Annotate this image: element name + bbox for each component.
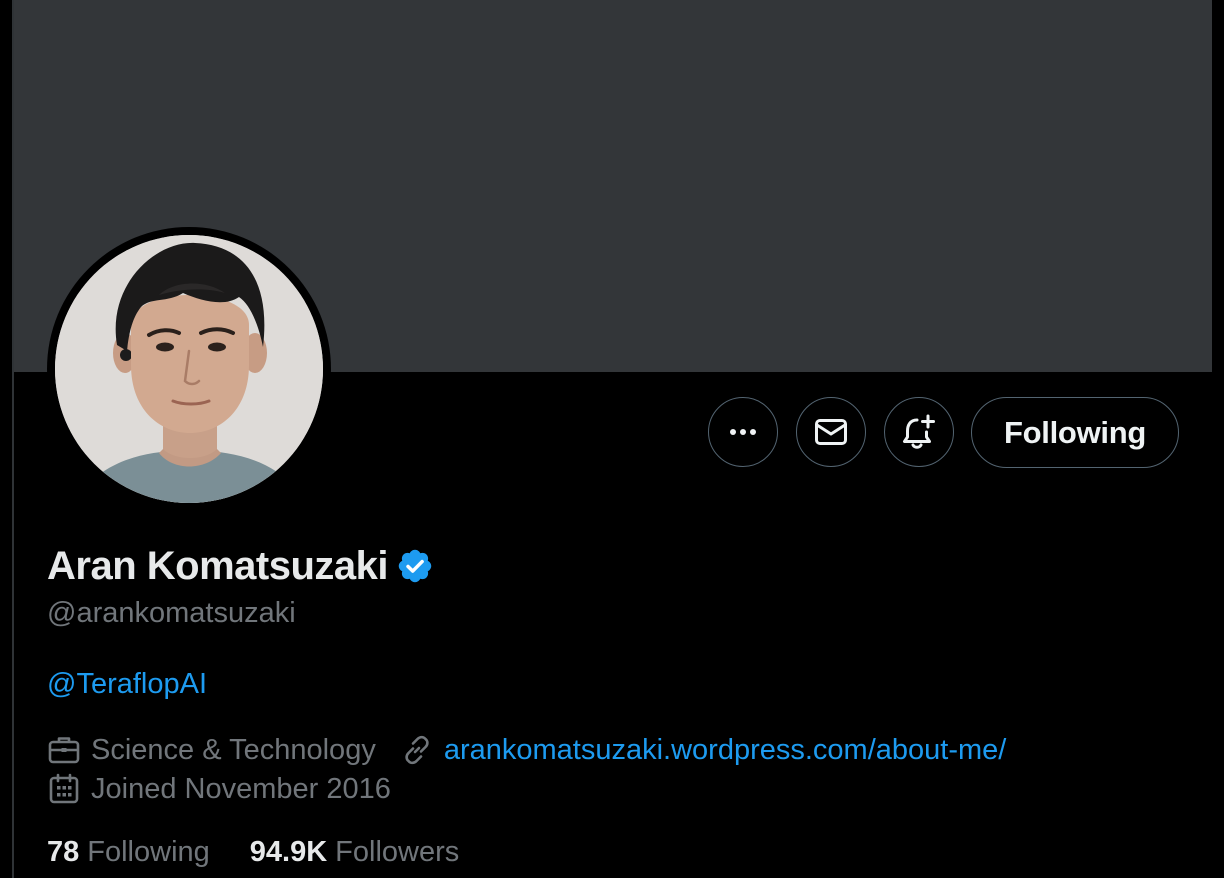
joined-date: Joined November 2016: [91, 772, 391, 805]
avatar[interactable]: [55, 235, 323, 503]
website-link[interactable]: arankomatsuzaki.wordpress.com/about-me/: [444, 734, 1007, 767]
profile-meta-row: Science & Technology arankomatsuzaki.wor…: [47, 730, 1006, 770]
profile-page: Following Aran Komatsuzaki @arankomatsuz…: [0, 0, 1224, 878]
message-button[interactable]: [796, 397, 866, 467]
calendar-icon: [49, 773, 79, 804]
more-horizontal-icon: [730, 429, 756, 435]
link-icon: [405, 735, 429, 765]
following-stat[interactable]: 78 Following: [47, 836, 210, 869]
bio-mention-link[interactable]: @TeraflopAI: [47, 668, 207, 701]
more-options-button[interactable]: [708, 397, 778, 467]
profile-category: Science & Technology: [91, 733, 376, 766]
name-row: Aran Komatsuzaki: [47, 541, 434, 591]
followers-count: 94.9K: [249, 835, 328, 868]
follow-stats: 78 Following 94.9K Followers: [47, 832, 459, 872]
following-label: Following: [87, 835, 210, 868]
briefcase-icon: [48, 737, 80, 764]
verified-badge-icon[interactable]: [396, 547, 434, 585]
bell-plus-icon: [903, 414, 935, 449]
avatar-photo: [55, 235, 323, 503]
user-handle: @arankomatsuzaki: [47, 597, 296, 629]
notifications-button[interactable]: [884, 397, 954, 467]
display-name: Aran Komatsuzaki: [47, 543, 388, 588]
following-count: 78: [47, 835, 80, 868]
following-button[interactable]: Following: [971, 397, 1179, 468]
joined-row: Joined November 2016: [47, 769, 391, 809]
followers-label: Followers: [335, 835, 460, 868]
followers-stat[interactable]: 94.9K Followers: [250, 836, 459, 869]
envelope-icon: [815, 419, 847, 445]
